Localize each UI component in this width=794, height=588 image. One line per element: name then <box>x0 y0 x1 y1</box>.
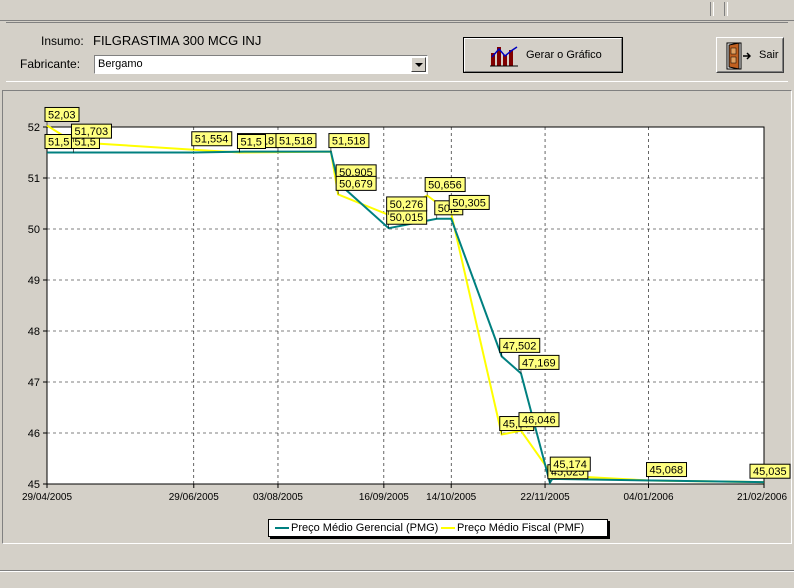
x-tick-label: 03/08/2005 <box>253 492 303 503</box>
bar-chart-icon <box>490 46 518 67</box>
data-label: 51,554 <box>195 134 229 146</box>
top-toolbar-strip <box>0 0 794 21</box>
data-label: 50,305 <box>452 197 486 209</box>
data-label: 50,276 <box>390 199 424 211</box>
plot-area <box>46 126 765 485</box>
x-tick-label: 22/11/2005 <box>520 492 570 503</box>
x-tick-label: 04/01/2006 <box>623 492 673 503</box>
data-label: 47,502 <box>503 340 537 352</box>
fabricante-label: Fabricante: <box>20 57 81 71</box>
legend-swatch-pmg <box>275 527 289 529</box>
legend-item-pmf: Preço Médio Fiscal (PMF) <box>457 522 585 534</box>
data-label: 45,068 <box>650 465 684 477</box>
price-line-chart: 45 46 47 48 49 50 51 52 29/04/2005 29/06/2005 03/… <box>22 106 791 503</box>
x-tick-label: 29/04/2005 <box>22 492 72 503</box>
y-tick-label: 47 <box>28 377 40 389</box>
y-tick-label: 48 <box>28 326 40 338</box>
sair-label: Sair <box>759 49 779 61</box>
data-label: 46,046 <box>522 415 556 427</box>
data-label: 51,703 <box>74 126 108 138</box>
data-label: 51,5 <box>48 137 69 149</box>
fabricante-selected-value: Bergamo <box>98 58 143 70</box>
data-label: 51,518 <box>332 136 366 148</box>
x-tick-label: 14/10/2005 <box>426 492 476 503</box>
y-tick-label: 50 <box>28 224 40 236</box>
exit-door-icon <box>726 42 751 70</box>
x-tick-label: 21/02/2006 <box>737 492 787 503</box>
y-tick-label: 52 <box>28 122 40 134</box>
chevron-down-icon[interactable] <box>411 57 426 72</box>
data-label: 47,169 <box>522 357 556 369</box>
data-label: 51,518 <box>279 136 313 148</box>
status-strip <box>0 570 794 588</box>
sair-button[interactable]: Sair <box>716 37 784 73</box>
y-tick-label: 45 <box>28 479 40 491</box>
insumo-label: Insumo: <box>41 34 84 48</box>
chart-legend: Preço Médio Gerencial (PMG) Preço Médio … <box>268 519 608 537</box>
gerar-grafico-label: Gerar o Gráfico <box>526 49 602 61</box>
data-label: 45,174 <box>553 459 587 471</box>
data-label: 45,035 <box>753 466 787 478</box>
x-tick-label: 16/09/2005 <box>359 492 409 503</box>
insumo-value: FILGRASTIMA 300 MCG INJ <box>93 33 262 48</box>
y-tick-label: 49 <box>28 275 40 287</box>
y-tick-label: 46 <box>28 428 40 440</box>
data-label: 52,03 <box>48 109 76 121</box>
data-label: 50,015 <box>390 212 424 224</box>
legend-item-pmg: Preço Médio Gerencial (PMG) <box>291 522 439 534</box>
data-label: 50,656 <box>428 180 462 192</box>
toolbar-separator <box>724 2 728 16</box>
legend-swatch-pmf <box>441 527 455 529</box>
fabricante-select[interactable]: Bergamo <box>94 55 428 74</box>
data-label: 51,5 <box>240 137 261 149</box>
toolbar-separator <box>710 2 714 16</box>
x-tick-label: 29/06/2005 <box>169 492 219 503</box>
gerar-grafico-button[interactable]: Gerar o Gráfico <box>463 37 623 73</box>
data-label: 50,679 <box>339 178 373 190</box>
y-tick-label: 51 <box>28 173 40 185</box>
